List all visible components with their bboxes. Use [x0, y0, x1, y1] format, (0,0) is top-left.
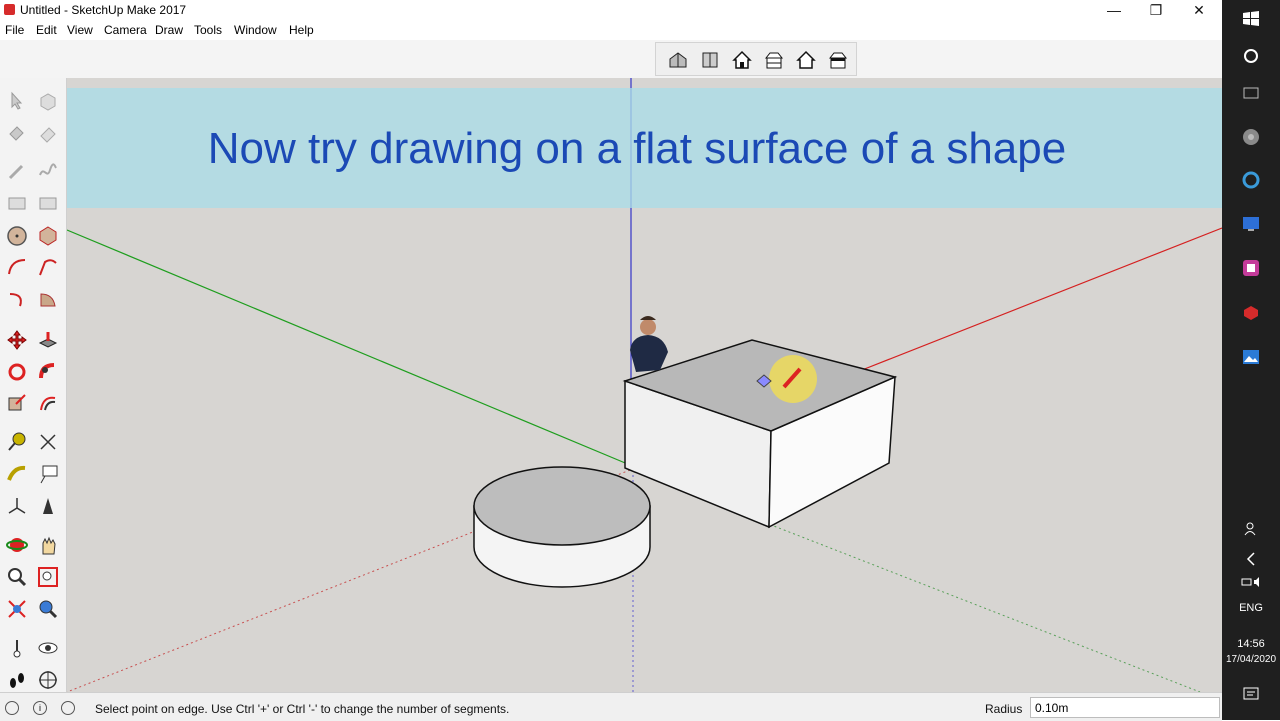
menu-tools[interactable]: Tools: [194, 23, 222, 37]
task-view-icon[interactable]: [1241, 83, 1261, 103]
banner-text: Now try drawing on a flat surface of a s…: [207, 124, 1067, 173]
window-title: Untitled - SketchUp Make 2017: [20, 3, 187, 17]
dimension-icon[interactable]: [37, 431, 59, 453]
3d-text-icon[interactable]: [37, 495, 59, 517]
paint-bucket-icon[interactable]: [6, 122, 28, 144]
iso-view-icon[interactable]: [668, 50, 688, 70]
circle-icon[interactable]: [6, 225, 28, 247]
menu-view[interactable]: View: [67, 23, 93, 37]
status-message: Select point on edge. Use Ctrl '+' or Ct…: [95, 702, 510, 716]
front-view-icon[interactable]: [732, 50, 752, 70]
green-axis-line: [67, 229, 631, 466]
scale-icon[interactable]: [6, 392, 28, 414]
line-pencil-icon[interactable]: [6, 160, 28, 182]
windows-start-icon[interactable]: [1241, 9, 1261, 29]
left-view-icon[interactable]: [828, 50, 848, 70]
look-around-eye-icon[interactable]: [37, 637, 59, 659]
menu-edit[interactable]: Edit: [36, 23, 57, 37]
three-point-arc-icon[interactable]: [6, 288, 28, 310]
eraser-icon[interactable]: [37, 122, 59, 144]
red-axis-line: [861, 227, 1222, 371]
push-pull-icon[interactable]: [37, 329, 59, 351]
user-account-icon[interactable]: [61, 701, 75, 715]
protractor-icon[interactable]: [6, 463, 28, 485]
menu-file[interactable]: File: [5, 23, 24, 37]
clock-time[interactable]: 14:56: [1222, 638, 1280, 650]
top-toolbar-area: [0, 40, 1222, 79]
pie-icon[interactable]: [37, 288, 59, 310]
position-camera-icon[interactable]: [6, 637, 28, 659]
arc-icon[interactable]: [6, 256, 28, 278]
rotate-icon[interactable]: [6, 361, 28, 383]
two-point-arc-icon[interactable]: [37, 256, 59, 278]
cylinder-shape: [473, 466, 651, 588]
polygon-icon[interactable]: [37, 225, 59, 247]
zoom-icon[interactable]: [6, 566, 28, 588]
walk-footprints-icon[interactable]: [6, 669, 28, 691]
scale-figure-person: [630, 316, 668, 372]
restore-button[interactable]: ❐: [1144, 1, 1168, 19]
back-view-icon[interactable]: [796, 50, 816, 70]
close-button[interactable]: ✕: [1187, 1, 1211, 19]
large-tool-set: [0, 78, 67, 692]
language-indicator[interactable]: ENG: [1222, 602, 1280, 614]
make-component-icon[interactable]: [37, 90, 59, 112]
rotated-rectangle-icon[interactable]: [37, 192, 59, 214]
chevron-left-icon[interactable]: [1241, 549, 1261, 569]
top-view-icon[interactable]: [700, 50, 720, 70]
measurements-value: 0.10m: [1035, 701, 1069, 715]
menu-window[interactable]: Window: [234, 23, 277, 37]
minimize-button[interactable]: —: [1102, 1, 1126, 19]
internet-explorer-icon[interactable]: [1241, 170, 1261, 190]
orbit-icon[interactable]: [6, 534, 28, 556]
chrome-icon[interactable]: [1241, 127, 1261, 147]
section-plane-icon[interactable]: [37, 669, 59, 691]
cortana-search-icon[interactable]: [1241, 46, 1261, 66]
clock-date[interactable]: 17/04/2020: [1222, 654, 1280, 665]
title-bar: Untitled - SketchUp Make 2017 — ❐ ✕: [0, 0, 1222, 20]
status-bar: i Select point on edge. Use Ctrl '+' or …: [0, 692, 1222, 721]
zoom-window-icon[interactable]: [37, 566, 59, 588]
views-toolbar: [655, 42, 857, 76]
teams-app-icon[interactable]: [1241, 258, 1261, 278]
photos-app-icon[interactable]: [1241, 347, 1261, 367]
menu-draw[interactable]: Draw: [155, 23, 183, 37]
remote-desktop-icon[interactable]: [1241, 214, 1261, 234]
offset-icon[interactable]: [37, 392, 59, 414]
zoom-extents-icon[interactable]: [6, 598, 28, 620]
menu-bar: File Edit View Camera Draw Tools Window …: [0, 20, 1222, 40]
info-icon[interactable]: i: [33, 701, 47, 715]
move-icon[interactable]: [6, 329, 28, 351]
menu-camera[interactable]: Camera: [104, 23, 147, 37]
axes-icon[interactable]: [6, 495, 28, 517]
previous-view-icon[interactable]: [37, 598, 59, 620]
battery-volume-icon[interactable]: [1241, 572, 1261, 592]
windows-taskbar: ENG 14:56 17/04/2020: [1222, 0, 1280, 720]
people-icon[interactable]: [1241, 519, 1261, 539]
text-icon[interactable]: [37, 463, 59, 485]
tape-measure-icon[interactable]: [6, 431, 28, 453]
sketchup-app-icon: [4, 4, 15, 15]
rectangle-icon[interactable]: [6, 192, 28, 214]
box-shape: [622, 339, 898, 529]
measurements-input[interactable]: 0.10m: [1030, 697, 1220, 718]
measurements-label: Radius: [985, 702, 1023, 716]
select-arrow-icon[interactable]: [6, 90, 28, 112]
action-center-icon[interactable]: [1241, 684, 1261, 704]
geo-location-icon[interactable]: [5, 701, 19, 715]
pan-hand-icon[interactable]: [37, 534, 59, 556]
freehand-icon[interactable]: [37, 160, 59, 182]
right-view-icon[interactable]: [764, 50, 784, 70]
instruction-banner: Now try drawing on a flat surface of a s…: [67, 88, 1222, 208]
follow-me-icon[interactable]: [37, 361, 59, 383]
sketchup-taskbar-icon[interactable]: [1241, 303, 1261, 323]
menu-help[interactable]: Help: [289, 23, 314, 37]
